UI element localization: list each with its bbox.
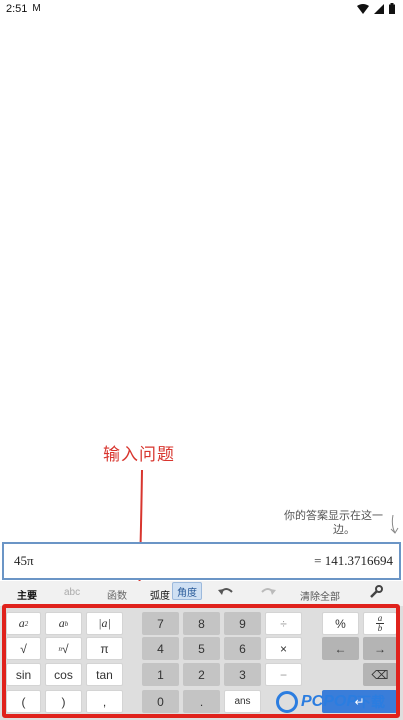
watermark: PCPOP 下载 bbox=[276, 686, 401, 718]
math-input-field[interactable]: 45π = 141.3716694 bbox=[2, 542, 401, 580]
watermark-brand: PCPOP bbox=[301, 693, 358, 710]
degree-toggle[interactable]: 角度 bbox=[172, 582, 202, 600]
divide-key[interactable]: ÷ bbox=[265, 612, 302, 635]
left-paren-key[interactable]: ( bbox=[6, 690, 41, 713]
ans-key[interactable]: ans bbox=[224, 690, 261, 713]
digit-0-key[interactable]: 0 bbox=[142, 690, 179, 713]
multiply-key[interactable]: × bbox=[265, 637, 302, 660]
wrench-icon[interactable] bbox=[369, 585, 383, 599]
cos-key[interactable]: cos bbox=[45, 663, 82, 686]
right-paren-key[interactable]: ) bbox=[45, 690, 82, 713]
cursor-left-key[interactable]: ← bbox=[322, 637, 359, 660]
digit-3-key[interactable]: 3 bbox=[224, 663, 261, 686]
watermark-suffix: 下载 bbox=[357, 694, 386, 710]
digit-9-key[interactable]: 9 bbox=[224, 612, 261, 635]
status-time: 2:51 bbox=[6, 2, 28, 15]
percent-key[interactable]: % bbox=[322, 612, 359, 635]
gmail-icon: M bbox=[32, 3, 41, 14]
nth-root-key[interactable]: n √ bbox=[45, 637, 82, 660]
answer-hint-line2: 边。 bbox=[333, 524, 355, 536]
tab-functions[interactable]: 函数 bbox=[107, 587, 127, 602]
input-expression[interactable]: 45π bbox=[14, 553, 34, 569]
input-result: = 141.3716694 bbox=[314, 553, 393, 568]
digit-1-key[interactable]: 1 bbox=[142, 663, 179, 686]
pi-key[interactable]: π bbox=[86, 637, 123, 660]
decimal-key[interactable]: . bbox=[183, 690, 220, 713]
cursor-right-key[interactable]: → bbox=[363, 637, 397, 660]
digit-7-key[interactable]: 7 bbox=[142, 612, 179, 635]
clear-all-button[interactable]: 清除全部 bbox=[300, 588, 340, 603]
tab-abc[interactable]: abc bbox=[64, 587, 80, 598]
sqrt-key[interactable]: √ bbox=[6, 637, 41, 660]
wifi-icon bbox=[357, 3, 369, 14]
signal-icon bbox=[374, 3, 384, 14]
tab-main[interactable]: 主要 bbox=[17, 587, 37, 602]
status-bar: 2:51 M bbox=[0, 0, 403, 17]
square-key[interactable]: a2 bbox=[6, 612, 41, 635]
digit-2-key[interactable]: 2 bbox=[183, 663, 220, 686]
redo-icon[interactable] bbox=[260, 586, 276, 598]
fraction-key[interactable]: ab bbox=[363, 612, 397, 635]
battery-icon bbox=[389, 3, 395, 14]
comma-key[interactable]: , bbox=[86, 690, 123, 713]
digit-6-key[interactable]: 6 bbox=[224, 637, 261, 660]
corner-arrow-icon bbox=[390, 515, 399, 534]
radian-toggle[interactable]: 弧度 bbox=[150, 587, 170, 602]
annotation-label: 输入问题 bbox=[103, 445, 175, 464]
sin-key[interactable]: sin bbox=[6, 663, 41, 686]
backspace-key[interactable]: ⌫ bbox=[363, 663, 397, 686]
power-key[interactable]: ab bbox=[45, 612, 82, 635]
undo-icon[interactable] bbox=[218, 586, 234, 598]
digit-5-key[interactable]: 5 bbox=[183, 637, 220, 660]
answer-hint-line1: 你的答案显示在这一 bbox=[284, 510, 383, 522]
digit-4-key[interactable]: 4 bbox=[142, 637, 179, 660]
answer-hint: 你的答案显示在这一 边。 bbox=[284, 509, 396, 537]
tan-key[interactable]: tan bbox=[86, 663, 123, 686]
digit-8-key[interactable]: 8 bbox=[183, 612, 220, 635]
status-icons bbox=[357, 3, 395, 14]
abs-key[interactable]: |a| bbox=[86, 612, 123, 635]
minus-key[interactable]: − bbox=[265, 663, 302, 686]
pcpop-logo-icon bbox=[276, 691, 298, 713]
